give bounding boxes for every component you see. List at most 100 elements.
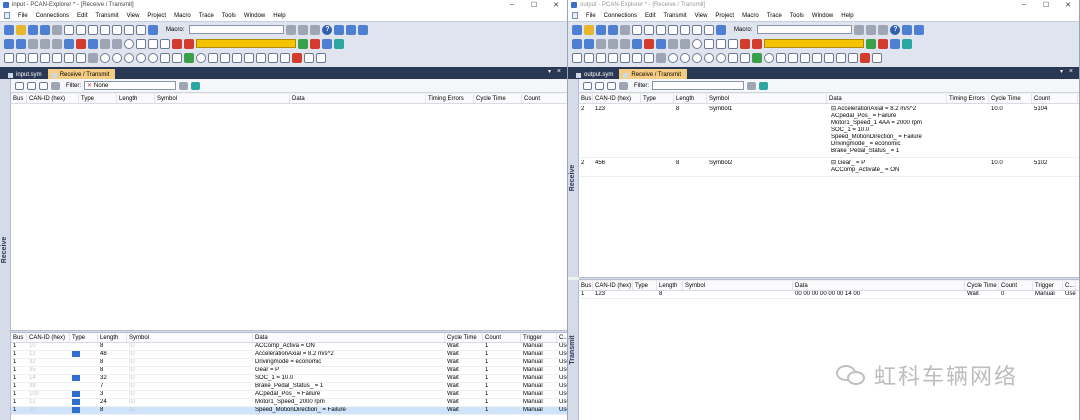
table-row[interactable]: 1 12 48 ID AccelerationAxial = 8.2 m/s^2 Wait… <box>11 351 567 359</box>
menu-connections[interactable]: Connections <box>32 13 73 19</box>
save-icon[interactable] <box>596 24 606 35</box>
check-icon[interactable] <box>40 38 50 49</box>
menu-trace[interactable]: Trace <box>195 13 218 19</box>
column-header[interactable]: Timing Errors <box>426 94 474 103</box>
gauge-icon[interactable] <box>112 52 122 63</box>
column-header[interactable]: CAN-ID (hex) <box>27 333 70 342</box>
message-icon[interactable] <box>728 38 738 49</box>
slider-icon[interactable] <box>788 52 798 63</box>
info-icon[interactable] <box>334 24 345 35</box>
menu-view[interactable]: View <box>691 13 712 19</box>
column-header[interactable]: Count <box>483 333 521 342</box>
table-row[interactable]: 2 456 8 Symbol2 ⊟ Gear_ = P ACComp_Activate_… <box>579 158 1079 177</box>
menu-transmit[interactable]: Transmit <box>659 13 690 19</box>
redo-icon[interactable] <box>680 38 690 49</box>
table-row[interactable]: 1 123 8 00 00 00 00 00 00 14 00 Wait 0 Manual U… <box>579 291 1079 299</box>
undo-icon[interactable] <box>668 38 678 49</box>
window-icon[interactable] <box>76 24 86 35</box>
message-icon[interactable] <box>136 38 146 49</box>
menu-window[interactable]: Window <box>808 13 837 19</box>
filter-select[interactable]: ✕ None <box>84 81 176 90</box>
menu-trace[interactable]: Trace <box>763 13 786 19</box>
image-icon[interactable] <box>872 52 882 63</box>
button-icon[interactable] <box>836 52 846 63</box>
window-icon[interactable] <box>136 24 146 35</box>
chart-icon[interactable] <box>596 52 606 63</box>
column-header[interactable]: Cycle Time <box>474 94 522 103</box>
receive-sidebar[interactable]: Receive <box>0 79 11 420</box>
pause-icon[interactable] <box>322 38 332 49</box>
table-row[interactable]: 1 12 24 ID Motor1_Speed_ 2000 rpm Wait 1 Manual… <box>11 399 567 407</box>
gauge-icon[interactable] <box>692 52 702 63</box>
menu-window[interactable]: Window <box>240 13 269 19</box>
image-icon[interactable] <box>316 52 326 63</box>
window-icon[interactable] <box>112 24 122 35</box>
maximize-button[interactable]: ☐ <box>523 1 545 9</box>
find-icon[interactable] <box>692 38 702 49</box>
column-header[interactable]: Length <box>674 94 707 103</box>
window-icon[interactable] <box>124 24 134 35</box>
column-header[interactable]: C... <box>557 333 567 342</box>
table-row[interactable]: 1 100 3 ID ACpedal_Pos_ = Failure Wait 1 Manual… <box>11 391 567 399</box>
chart-icon[interactable] <box>28 52 38 63</box>
cut-icon[interactable] <box>620 38 630 49</box>
column-header[interactable]: Count <box>522 94 567 103</box>
copy-icon[interactable] <box>64 38 74 49</box>
funnel-icon[interactable] <box>759 81 768 90</box>
column-header[interactable]: Symbol <box>127 333 253 342</box>
column-header[interactable]: Symbol <box>707 94 827 103</box>
check-icon[interactable] <box>608 38 618 49</box>
info-icon[interactable] <box>914 24 925 35</box>
disconnect-icon[interactable] <box>584 38 594 49</box>
run-macro-icon[interactable] <box>854 24 865 35</box>
slider-icon[interactable] <box>776 52 786 63</box>
slider-icon[interactable] <box>244 52 254 63</box>
chart-icon[interactable] <box>40 52 50 63</box>
forward-icon[interactable] <box>902 38 912 49</box>
close-button[interactable]: ✕ <box>1057 1 1079 9</box>
column-header[interactable]: Cycle Time <box>965 281 999 290</box>
column-header[interactable]: Count <box>1032 94 1078 103</box>
button-icon[interactable] <box>824 52 834 63</box>
menu-help[interactable]: Help <box>837 13 857 19</box>
funnel-icon[interactable] <box>191 81 200 90</box>
tab-receive-transmit[interactable]: Receive / Transmit <box>619 69 688 79</box>
column-header[interactable]: Length <box>117 94 155 103</box>
gauge-icon[interactable] <box>100 52 110 63</box>
record-icon[interactable] <box>752 38 762 49</box>
led-icon[interactable] <box>196 52 206 63</box>
info-icon[interactable] <box>902 24 913 35</box>
minimize-button[interactable]: – <box>501 1 523 9</box>
image-icon[interactable] <box>304 52 314 63</box>
window-icon[interactable] <box>668 24 678 35</box>
save-icon[interactable] <box>28 24 38 35</box>
connect-icon[interactable] <box>572 38 582 49</box>
column-header[interactable]: Data <box>793 281 965 290</box>
column-header[interactable]: Symbol <box>683 281 793 290</box>
column-header[interactable]: Timing Errors <box>947 94 989 103</box>
column-header[interactable]: Trigger <box>1033 281 1063 290</box>
disconnect-icon[interactable] <box>16 38 26 49</box>
mail-icon[interactable] <box>15 81 24 90</box>
chart-icon[interactable] <box>76 52 86 63</box>
record-icon[interactable] <box>740 38 750 49</box>
gauge-icon[interactable] <box>680 52 690 63</box>
gauge-icon[interactable] <box>148 52 158 63</box>
splitter[interactable] <box>579 277 1079 280</box>
record-icon[interactable] <box>172 38 182 49</box>
gauge-icon[interactable] <box>716 52 726 63</box>
paste-icon[interactable] <box>656 38 666 49</box>
info-icon[interactable] <box>346 24 357 35</box>
column-header[interactable]: Type <box>70 333 98 342</box>
undo-icon[interactable] <box>100 38 110 49</box>
play-icon[interactable] <box>866 38 876 49</box>
window-icon[interactable] <box>704 24 714 35</box>
menu-macro[interactable]: Macro <box>738 13 763 19</box>
gauge-icon[interactable] <box>668 52 678 63</box>
save-all-icon[interactable] <box>40 24 50 35</box>
menu-tools[interactable]: Tools <box>786 13 808 19</box>
menu-edit[interactable]: Edit <box>641 13 659 19</box>
column-header[interactable]: Length <box>98 333 127 342</box>
slider-icon[interactable] <box>220 52 230 63</box>
table-row[interactable]: 1 14 32 ID SOC_1 = 10.0 Wait 1 Manual User <box>11 375 567 383</box>
